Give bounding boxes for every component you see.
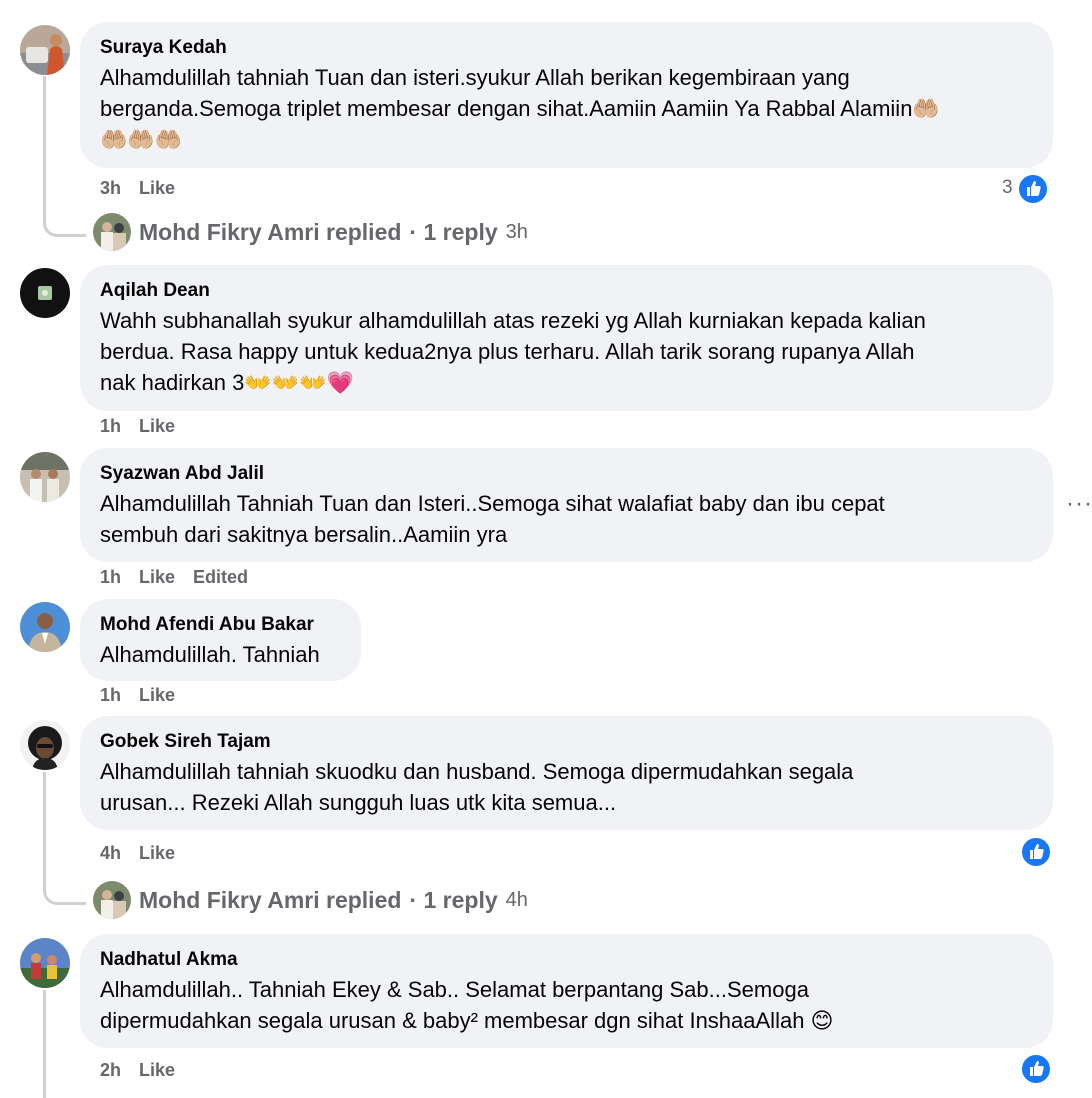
- comment-timestamp[interactable]: 1h: [100, 567, 121, 587]
- thumbs-up-icon[interactable]: [1020, 836, 1052, 868]
- comment-actions: 1h Like Edited: [100, 567, 266, 588]
- thumbs-up-icon[interactable]: [1020, 1053, 1052, 1085]
- reply-timestamp[interactable]: 3h: [506, 221, 528, 244]
- comment-actions: 2h Like: [100, 1060, 193, 1081]
- comment-timestamp[interactable]: 1h: [100, 416, 121, 436]
- like-button[interactable]: Like: [139, 567, 175, 587]
- like-button[interactable]: Like: [139, 1060, 175, 1080]
- like-button[interactable]: Like: [139, 685, 175, 705]
- thread-line: [43, 990, 46, 1098]
- avatar: [93, 881, 131, 919]
- comment-bubble: Mohd Afendi Abu Bakar Alhamdulillah. Tah…: [80, 599, 361, 681]
- comment-actions: 1h Like: [100, 416, 193, 437]
- avatar[interactable]: [20, 938, 70, 988]
- more-options-icon[interactable]: ···: [1066, 490, 1092, 518]
- thumbs-up-icon[interactable]: [1017, 173, 1049, 205]
- comment-text: Alhamdulillah tahniah skuodku dan husban…: [100, 759, 854, 815]
- reaction-count[interactable]: 3: [1002, 177, 1013, 199]
- avatar[interactable]: [20, 720, 70, 770]
- avatar[interactable]: [20, 268, 70, 318]
- comment-text: Alhamdulillah Tahniah Tuan dan Isteri..S…: [100, 491, 885, 547]
- thread-connector: [43, 868, 86, 905]
- comment-bubble: Aqilah Dean Wahh subhanallah syukur alha…: [80, 265, 1053, 411]
- reply-count[interactable]: · 1 reply: [409, 887, 497, 914]
- comment-bubble: Nadhatul Akma Alhamdulillah.. Tahniah Ek…: [80, 934, 1053, 1048]
- comment-timestamp[interactable]: 3h: [100, 178, 121, 198]
- view-replies-link[interactable]: Mohd Fikry Amri replied · 1 reply 4h: [93, 881, 528, 919]
- comment-bubble: Suraya Kedah Alhamdulillah tahniah Tuan …: [80, 22, 1053, 168]
- reply-timestamp[interactable]: 4h: [506, 889, 528, 912]
- avatar[interactable]: [20, 602, 70, 652]
- reply-author[interactable]: Mohd Fikry Amri replied: [139, 219, 401, 246]
- comment-text: Alhamdulillah.. Tahniah Ekey & Sab.. Sel…: [100, 977, 834, 1033]
- comment-timestamp[interactable]: 1h: [100, 685, 121, 705]
- thread-line: [43, 772, 46, 882]
- comment-bubble: Gobek Sireh Tajam Alhamdulillah tahniah …: [80, 716, 1053, 830]
- comment-author[interactable]: Aqilah Dean: [100, 279, 1033, 303]
- comment-bubble: Syazwan Abd Jalil Alhamdulillah Tahniah …: [80, 448, 1053, 562]
- comment-timestamp[interactable]: 4h: [100, 843, 121, 863]
- thread-connector: [43, 200, 86, 237]
- comment-actions: 1h Like: [100, 685, 193, 706]
- edited-label: Edited: [193, 567, 249, 587]
- comment-timestamp[interactable]: 2h: [100, 1060, 121, 1080]
- avatar[interactable]: [20, 25, 70, 75]
- comment-author[interactable]: Suraya Kedah: [100, 36, 1033, 60]
- like-button[interactable]: Like: [139, 178, 175, 198]
- comment-author[interactable]: Gobek Sireh Tajam: [100, 730, 1033, 754]
- like-button[interactable]: Like: [139, 843, 175, 863]
- view-replies-link[interactable]: Mohd Fikry Amri replied · 1 reply 3h: [93, 213, 528, 251]
- like-button[interactable]: Like: [139, 416, 175, 436]
- comment-author[interactable]: Syazwan Abd Jalil: [100, 462, 1033, 486]
- comment-text: Alhamdulillah. Tahniah: [100, 642, 320, 667]
- comment-actions: 3h Like: [100, 178, 193, 199]
- avatar: [93, 213, 131, 251]
- reply-author[interactable]: Mohd Fikry Amri replied: [139, 887, 401, 914]
- reply-count[interactable]: · 1 reply: [409, 219, 497, 246]
- comment-author[interactable]: Mohd Afendi Abu Bakar: [100, 613, 341, 637]
- comment-text: Wahh subhanallah syukur alhamdulillah at…: [100, 308, 926, 395]
- comment-text: Alhamdulillah tahniah Tuan dan isteri.sy…: [100, 65, 940, 152]
- thread-line: [43, 76, 46, 216]
- comment-actions: 4h Like: [100, 843, 193, 864]
- avatar[interactable]: [20, 452, 70, 502]
- comment-author[interactable]: Nadhatul Akma: [100, 948, 1033, 972]
